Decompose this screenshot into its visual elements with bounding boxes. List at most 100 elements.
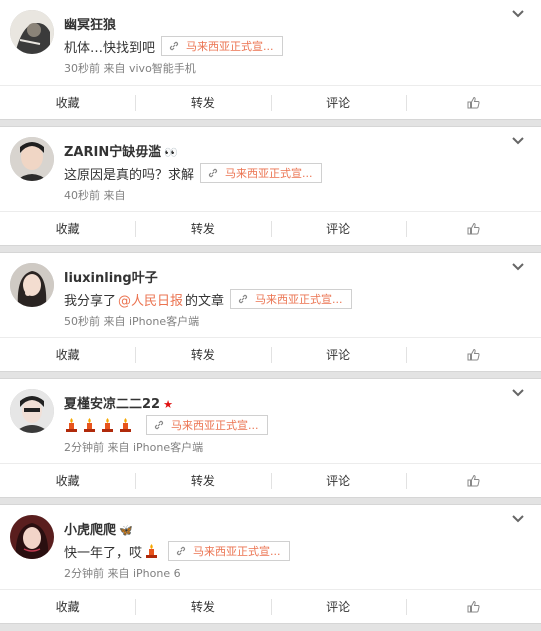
- post-meta: 40秒前 来自: [64, 187, 126, 203]
- like-button[interactable]: [405, 590, 541, 623]
- comment-label: 评论: [326, 96, 351, 110]
- repost-label: 转发: [190, 474, 215, 488]
- link-card[interactable]: 马来西亚正式宣...: [168, 541, 290, 561]
- post-time[interactable]: 2分钟前: [64, 441, 104, 454]
- repost-button[interactable]: 转发: [135, 590, 270, 623]
- repost-button[interactable]: 转发: [135, 86, 270, 119]
- post-content: 马来西亚正式宣...: [64, 415, 268, 435]
- post-meta: 2分钟前 来自 iPhone客户端: [64, 439, 203, 455]
- link-card-label: 马来西亚正式宣...: [255, 293, 343, 306]
- candle-icon: [66, 418, 77, 432]
- post-card: 幽冥狂狼 机体…快找到吧 马来西亚正式宣... 30秒前 来自 vivo智能手机…: [0, 0, 541, 120]
- like-button[interactable]: [405, 464, 541, 497]
- post-content: 这原因是真的吗？求解 马来西亚正式宣...: [64, 163, 322, 183]
- link-card-label: 马来西亚正式宣...: [225, 167, 313, 180]
- repost-button[interactable]: 转发: [135, 464, 270, 497]
- link-icon: [176, 546, 186, 556]
- username-text[interactable]: 夏槿安凉二二22: [64, 397, 160, 412]
- like-button[interactable]: [405, 338, 541, 371]
- candle-icon: [102, 418, 113, 432]
- link-card-label: 马来西亚正式宣...: [186, 40, 274, 53]
- comment-button[interactable]: 评论: [270, 590, 406, 623]
- comment-button[interactable]: 评论: [270, 86, 406, 119]
- username[interactable]: 小虎爬爬 🦋: [64, 519, 133, 538]
- chevron-down-icon[interactable]: [511, 388, 525, 398]
- chevron-down-icon[interactable]: [511, 9, 525, 19]
- username-text[interactable]: liuxinling叶子: [64, 271, 158, 286]
- thumbs-up-icon: [467, 600, 480, 613]
- like-button[interactable]: [405, 212, 541, 245]
- comment-button[interactable]: 评论: [270, 338, 406, 371]
- avatar[interactable]: [10, 389, 54, 433]
- action-bar: 收藏 转发 评论: [0, 85, 541, 119]
- comment-label: 评论: [326, 222, 351, 236]
- post-text: 机体…快找到吧: [64, 40, 156, 56]
- mention-link[interactable]: @人民日报: [118, 290, 183, 309]
- link-icon: [208, 168, 218, 178]
- post-source: 来自 iPhone 6: [107, 567, 181, 580]
- thumbs-up-icon: [467, 474, 480, 487]
- repost-label: 转发: [190, 96, 215, 110]
- comment-label: 评论: [326, 600, 351, 614]
- username[interactable]: 幽冥狂狼: [64, 14, 116, 33]
- chevron-down-icon[interactable]: [511, 136, 525, 146]
- repost-label: 转发: [190, 600, 215, 614]
- favorite-button[interactable]: 收藏: [0, 86, 135, 119]
- candle-emoji-group: [64, 417, 136, 433]
- star-badge-icon: ★: [163, 398, 173, 411]
- post-source: 来自: [103, 189, 126, 202]
- favorite-button[interactable]: 收藏: [0, 590, 135, 623]
- favorite-label: 收藏: [55, 222, 80, 236]
- favorite-label: 收藏: [55, 348, 80, 362]
- avatar[interactable]: [10, 10, 54, 54]
- post-text: 我分享了: [64, 293, 117, 309]
- chevron-down-icon[interactable]: [511, 262, 525, 272]
- username[interactable]: 夏槿安凉二二22 ★: [64, 393, 173, 412]
- avatar[interactable]: [10, 137, 54, 181]
- repost-button[interactable]: 转发: [135, 338, 270, 371]
- username-text[interactable]: 幽冥狂狼: [64, 18, 116, 33]
- like-button[interactable]: [405, 86, 541, 119]
- post-text: 这原因是真的吗？求解: [64, 167, 195, 183]
- comment-button[interactable]: 评论: [270, 464, 406, 497]
- favorite-label: 收藏: [55, 600, 80, 614]
- avatar[interactable]: [10, 515, 54, 559]
- butterfly-badge-icon: 🦋: [119, 524, 133, 537]
- favorite-button[interactable]: 收藏: [0, 212, 135, 245]
- username[interactable]: liuxinling叶子: [64, 267, 158, 286]
- chevron-down-icon[interactable]: [511, 514, 525, 524]
- link-card-label: 马来西亚正式宣...: [193, 545, 281, 558]
- action-bar: 收藏 转发 评论: [0, 337, 541, 371]
- username-text[interactable]: 小虎爬爬: [64, 523, 116, 538]
- link-card[interactable]: 马来西亚正式宣...: [161, 36, 283, 56]
- link-icon: [238, 294, 248, 304]
- favorite-button[interactable]: 收藏: [0, 464, 135, 497]
- candle-icon: [84, 418, 95, 432]
- repost-button[interactable]: 转发: [135, 212, 270, 245]
- post-text: 快一年了，哎: [64, 545, 143, 561]
- action-bar: 收藏 转发 评论: [0, 211, 541, 245]
- link-card[interactable]: 马来西亚正式宣...: [200, 163, 322, 183]
- username-text[interactable]: ZARIN宁缺毋滥: [64, 145, 161, 160]
- post-time[interactable]: 50秒前: [64, 315, 100, 328]
- link-card[interactable]: 马来西亚正式宣...: [230, 289, 352, 309]
- favorite-button[interactable]: 收藏: [0, 338, 135, 371]
- thumbs-up-icon: [467, 96, 480, 109]
- post-source: 来自 iPhone客户端: [103, 315, 200, 328]
- avatar[interactable]: [10, 263, 54, 307]
- candle-icon: [120, 418, 131, 432]
- repost-label: 转发: [190, 348, 215, 362]
- comment-button[interactable]: 评论: [270, 212, 406, 245]
- link-card-label: 马来西亚正式宣...: [171, 419, 259, 432]
- post-time[interactable]: 40秒前: [64, 189, 100, 202]
- post-meta: 30秒前 来自 vivo智能手机: [64, 60, 196, 76]
- repost-label: 转发: [190, 222, 215, 236]
- post-source: 来自 vivo智能手机: [103, 62, 196, 75]
- post-time[interactable]: 30秒前: [64, 62, 100, 75]
- action-bar: 收藏 转发 评论: [0, 589, 541, 623]
- username[interactable]: ZARIN宁缺毋滥 👀: [64, 141, 178, 160]
- post-time[interactable]: 2分钟前: [64, 567, 104, 580]
- thumbs-up-icon: [467, 222, 480, 235]
- post-text-after: 的文章: [185, 293, 225, 309]
- link-card[interactable]: 马来西亚正式宣...: [146, 415, 268, 435]
